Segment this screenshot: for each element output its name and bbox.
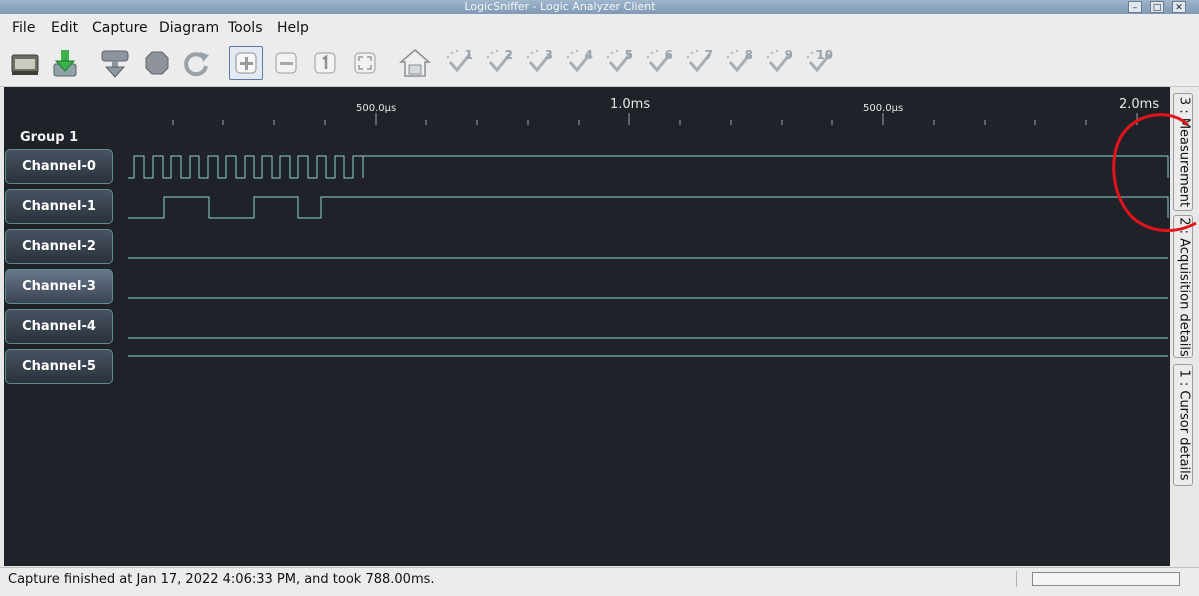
tab-cursor-details[interactable]: 1 : Cursor details: [1173, 364, 1193, 486]
progress-bar: [1032, 572, 1180, 586]
waveforms: [128, 155, 1169, 357]
close-button[interactable]: ✕: [1172, 1, 1186, 13]
channel-0-waveform: [128, 155, 1169, 179]
channel-1-waveform: [128, 196, 1169, 219]
status-divider: [1016, 571, 1017, 587]
annotation-circle: [1112, 113, 1197, 233]
status-text: Capture finished at Jan 17, 2022 4:06:33…: [8, 572, 435, 587]
